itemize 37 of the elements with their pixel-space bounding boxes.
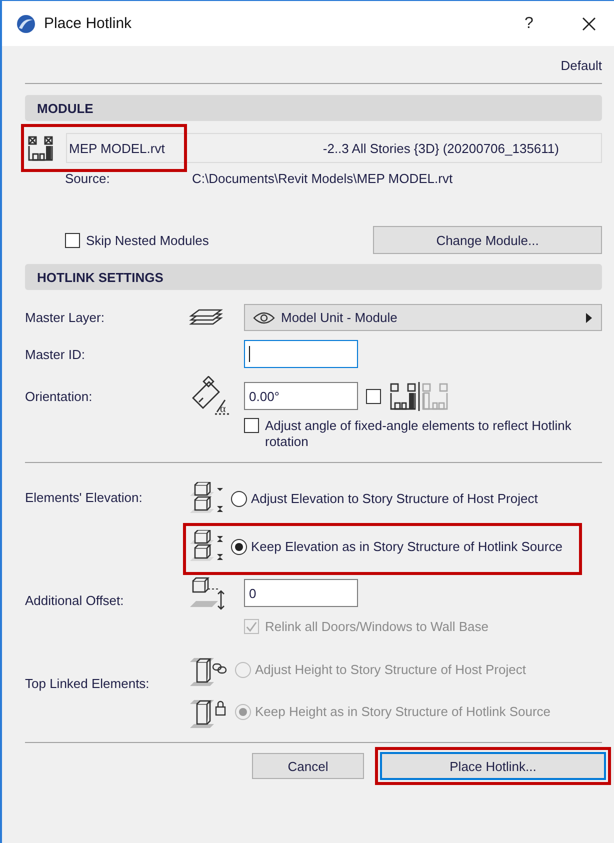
field-label: Master ID: [25,346,86,362]
window-title: Place Hotlink [44,15,132,32]
module-stories: -2..3 All Stories {3D} (20200706_135611) [322,140,559,156]
section-header: MODULE [25,95,602,121]
building-icon [27,134,55,162]
elevation-radio[interactable]: Keep Elevation as in Story Structure of Hotlink Source [231,539,562,555]
close-icon [581,16,597,32]
source-label: Source: [65,171,111,186]
change-module-button[interactable]: Change Module... [373,226,602,254]
alpha-symbol: α [220,403,226,415]
mirror-checkbox[interactable] [366,388,381,404]
check-icon [245,620,258,634]
master-id-field[interactable] [244,340,358,368]
field-label: Orientation: [25,388,94,404]
layer-dropdown[interactable]: Model Unit - Module [244,304,602,331]
adjust-angle-checkbox[interactable]: Adjust angle of fixed-angle elements to reflect Hotlink rotation [244,418,602,450]
offset-box-icon [189,575,225,611]
source-path: C:\Documents\Revit Models\MEP MODEL.rvt [192,171,453,186]
offset-field[interactable]: 0 [244,579,358,607]
eye-icon [253,310,275,324]
stacked-boxes-icon [189,482,225,516]
field-label: Elements' Elevation: [25,490,144,505]
field-label: Additional Offset: [25,592,125,608]
stacked-boxes-icon [189,530,225,564]
caret-icon [585,312,593,322]
app-logo-icon [16,14,36,34]
module-name: MEP MODEL.rvt [69,140,165,156]
orientation-field[interactable]: 0.00° [244,382,358,410]
preset-label[interactable]: Default [560,58,602,72]
field-label: Top Linked Elements: [25,676,150,690]
elevation-radio[interactable]: Adjust Elevation to Story Structure of Host Project [231,491,538,507]
cancel-button[interactable]: Cancel [252,753,364,779]
place-hotlink-button[interactable]: Place Hotlink... [380,752,606,780]
field-label: Master Layer: [25,310,106,325]
section-header: HOTLINK SETTINGS [25,264,602,290]
help-button[interactable]: ? [504,2,554,46]
skip-nested-checkbox[interactable]: Skip Nested Modules [65,232,209,248]
